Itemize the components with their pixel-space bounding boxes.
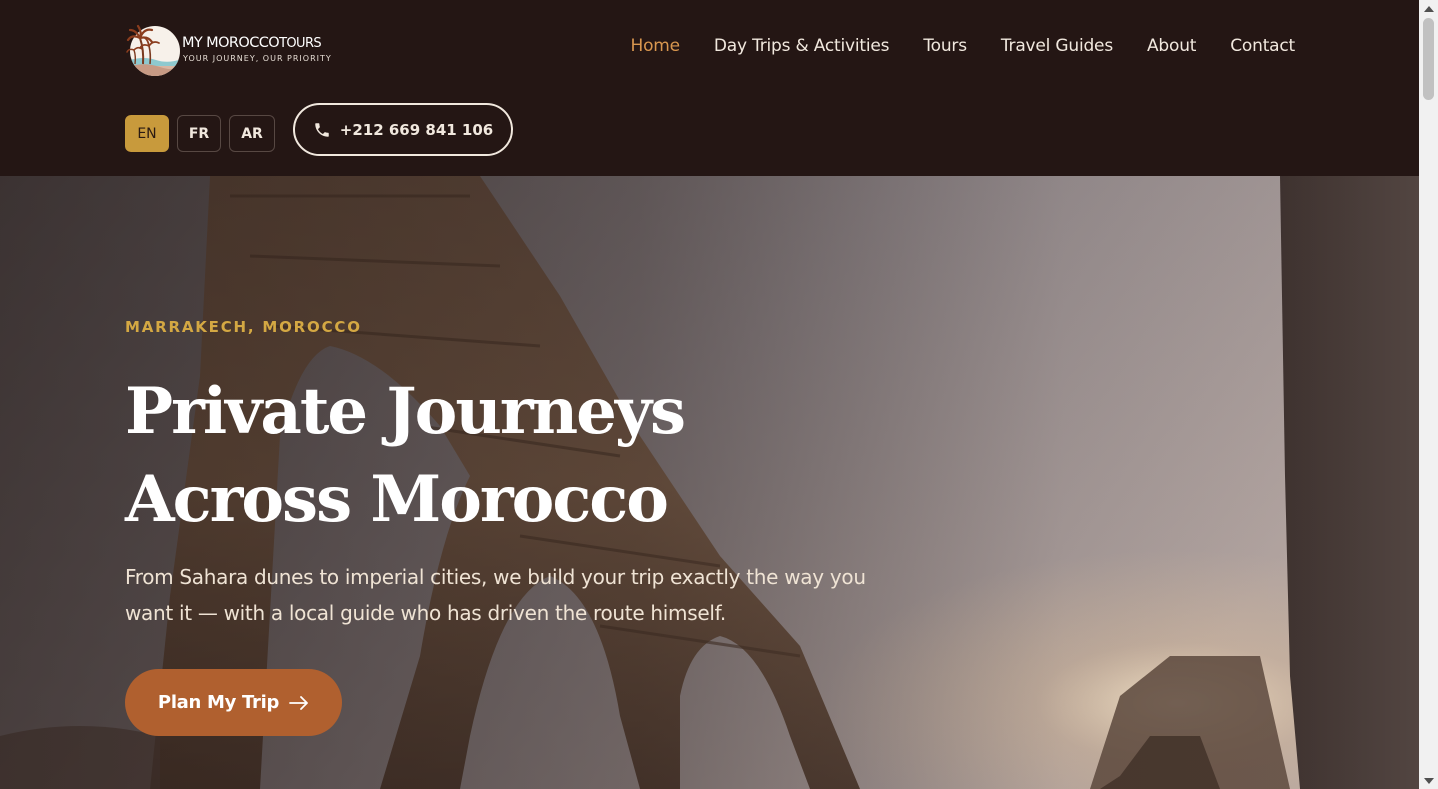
phone-icon [315,122,329,137]
hero-location-label: MARRAKECH, MOROCCO [125,318,362,336]
lang-button-fr[interactable]: FR [177,115,221,152]
brand-name-bold: MY MOROCCO [182,35,280,51]
nav-item-travel-guides[interactable]: Travel Guides [1001,36,1113,56]
plan-my-trip-button[interactable]: Plan My Trip [125,669,342,736]
lang-button-ar[interactable]: AR [229,115,275,152]
brand-name-light: TOURS [279,36,322,51]
brand-tagline: YOUR JOURNEY, OUR PRIORITY [183,54,332,63]
arrow-right-icon [289,695,308,710]
lang-button-en[interactable]: EN [125,115,169,152]
page: MY MOROCCOTOURS YOUR JOURNEY, OUR PRIORI… [0,0,1438,789]
site-header: MY MOROCCOTOURS YOUR JOURNEY, OUR PRIORI… [0,0,1419,176]
hero-section: MARRAKECH, MOROCCO Private Journeys Acro… [0,176,1419,789]
nav-item-home[interactable]: Home [630,36,680,56]
nav-item-day-trips[interactable]: Day Trips & Activities [714,36,890,56]
palm-beach-logo-icon [126,24,180,76]
phone-number: +212 669 841 106 [339,120,494,139]
hero-title: Private Journeys Across Morocco [125,374,686,537]
hero-subtitle: From Sahara dunes to imperial cities, we… [125,565,866,625]
language-switcher: EN FR AR +212 669 841 106 [125,103,513,156]
brand-name: MY MOROCCOTOURS [182,35,322,51]
nav-item-about[interactable]: About [1147,36,1196,56]
brand-logo[interactable]: MY MOROCCOTOURS YOUR JOURNEY, OUR PRIORI… [126,20,341,78]
vertical-scrollbar[interactable] [1419,0,1438,789]
phone-button[interactable]: +212 669 841 106 [293,103,513,156]
cta-label: Plan My Trip [157,692,280,713]
main-nav: Home Day Trips & Activities Tours Travel… [596,36,1295,56]
scroll-thumb[interactable] [1423,18,1434,100]
nav-item-contact[interactable]: Contact [1230,36,1295,56]
scroll-down-arrow-icon[interactable] [1419,772,1438,789]
scroll-up-arrow-icon[interactable] [1419,0,1438,17]
nav-item-tours[interactable]: Tours [923,36,967,56]
